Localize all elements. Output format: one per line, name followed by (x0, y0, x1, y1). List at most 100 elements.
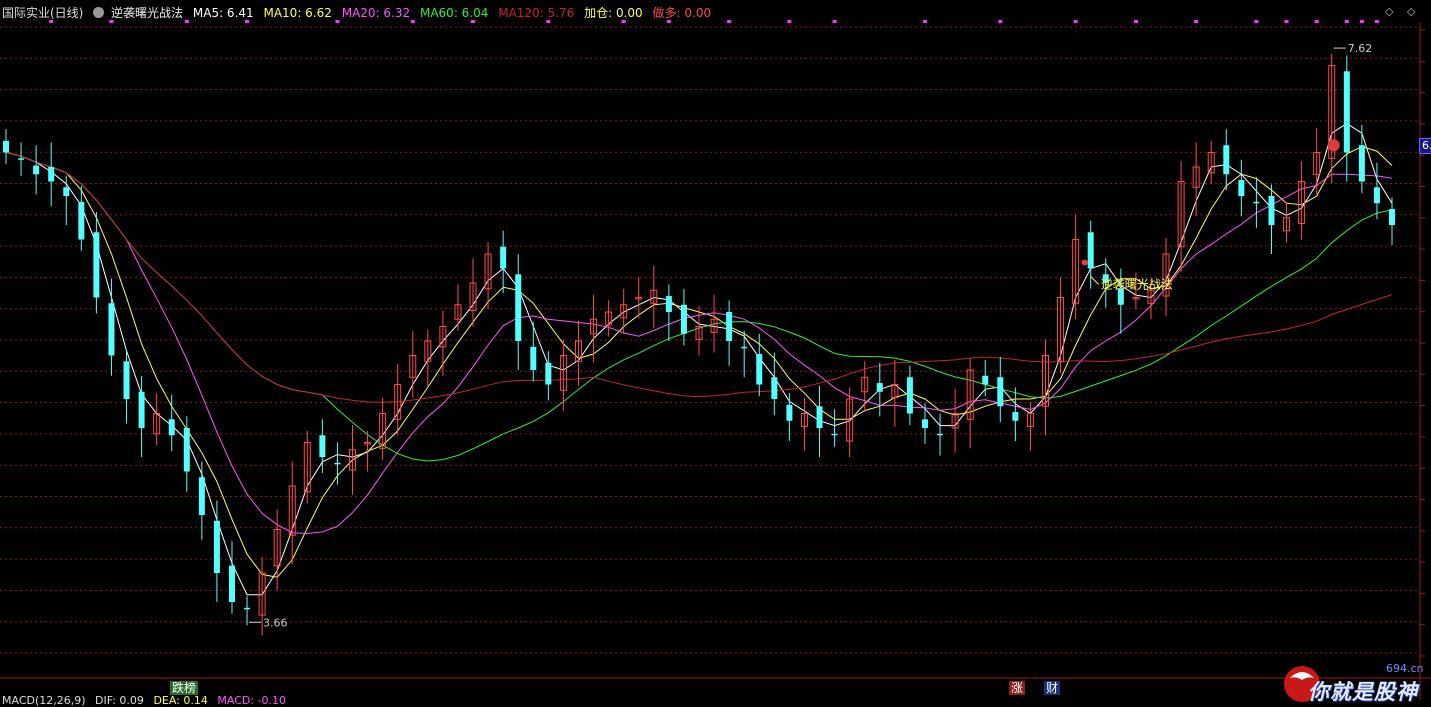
candle-body-down (183, 428, 190, 472)
candle-body-down (906, 377, 913, 414)
event-tag-finance[interactable]: 财 (1044, 681, 1061, 695)
candle-body-down (771, 377, 778, 399)
go-long-value: 做多: 0.00 (652, 6, 712, 20)
signal-marker (1194, 20, 1199, 23)
candle-body-down (168, 419, 175, 436)
settings-circle-icon[interactable] (93, 7, 105, 18)
ma60-value: MA60: 6.04 (419, 6, 489, 20)
signal-marker (998, 20, 1003, 23)
candle-body-down (545, 362, 552, 385)
candle-body-down (1343, 71, 1350, 153)
signal-marker (546, 20, 551, 23)
dif-value: DIF: 0.09 (95, 694, 144, 707)
candle-body-down (319, 435, 326, 457)
signal-label: 逆袭曙光战法 (1101, 277, 1173, 292)
watermark-brand: 你就是股神 (1308, 680, 1418, 704)
candle-body-down (1012, 412, 1019, 421)
badge-icon (1327, 139, 1340, 152)
macd-value: MACD: -0.10 (217, 694, 287, 707)
signal-marker (1374, 20, 1379, 23)
candle-body-down (108, 303, 115, 356)
signal-marker (245, 20, 250, 23)
signal-marker (1344, 20, 1349, 23)
candle-body-down (665, 296, 672, 312)
signal-marker (335, 20, 340, 23)
high-price-label: 7.62 (1348, 42, 1373, 55)
watermark-site: 694.cn (1386, 662, 1424, 675)
candle-body-down (515, 274, 522, 341)
candle-body-down (48, 167, 55, 182)
signal-marker (1284, 20, 1289, 23)
ma10-value: MA10: 6.62 (263, 6, 332, 20)
candle-body-down (831, 433, 838, 436)
stock-title: 国际实业(日线) (2, 6, 84, 20)
candle-body-down (244, 607, 251, 610)
candle-body-down (997, 377, 1004, 407)
signal-marker (1254, 20, 1259, 23)
dea-value: DEA: 0.14 (153, 694, 208, 707)
candle-body-down (741, 346, 748, 349)
candle-body-down (63, 187, 70, 196)
ma5-value: MA5: 6.41 (192, 6, 254, 20)
candle-body-down (123, 361, 130, 399)
watermark-logo: 你就是股神 694.cn (1282, 662, 1428, 704)
candle-body-down (78, 201, 85, 240)
signal-dot (1081, 259, 1088, 266)
price-axis-tag: 6.8 (1419, 138, 1431, 154)
signal-marker (109, 20, 114, 23)
candle-body-down (921, 419, 928, 428)
strategy-name: 逆袭曙光战法 (111, 6, 184, 20)
signal-marker (666, 20, 671, 23)
signal-marker (1314, 20, 1319, 23)
signal-marker (787, 20, 792, 23)
diamond-icon[interactable]: ◇ (1407, 5, 1415, 18)
candle-body-down (1253, 201, 1260, 204)
add-position-value: 加仓: 0.00 (584, 6, 643, 20)
low-price-label: 3.66 (263, 616, 288, 629)
signal-pointer (1090, 276, 1100, 285)
candlestick-chart[interactable]: 7.62 3.66 逆袭曙光战法 (0, 0, 1431, 706)
candle-body-down (500, 246, 507, 269)
signal-marker (1073, 20, 1078, 23)
signal-marker (621, 20, 626, 23)
candle-body-down (138, 391, 145, 428)
signal-marker (1359, 20, 1364, 23)
signal-marker (471, 20, 476, 23)
candle-body-down (93, 232, 100, 298)
candle-body-down (756, 354, 763, 385)
candle-body-down (786, 404, 793, 421)
candle-body-down (1268, 196, 1275, 225)
candle-body-down (982, 375, 989, 385)
candle-body-down (1223, 145, 1230, 175)
signal-marker (727, 20, 732, 23)
candle-body-down (726, 312, 733, 341)
candle-body-down (876, 383, 883, 392)
candle-body-down (3, 140, 9, 153)
candle-body-down (213, 520, 220, 573)
signal-marker (184, 20, 189, 23)
ma120-value: MA120: 5.76 (498, 6, 575, 20)
macd-label: MACD(12,26,9) (2, 694, 86, 707)
candle-body-down (33, 165, 40, 175)
candle-body-down (228, 565, 235, 602)
chart-header: 国际实业(日线) 逆袭曙光战法 MA5: 6.41 MA10: 6.62 MA2… (2, 4, 717, 20)
candle-body-down (1358, 145, 1365, 182)
candle-body-down (1238, 180, 1245, 196)
candle-body-down (334, 462, 341, 465)
signal-marker (922, 20, 927, 23)
candle-body-down (1373, 187, 1380, 204)
ma20-value: MA20: 6.32 (341, 6, 411, 20)
event-tag-limit-up[interactable]: 涨 (1009, 681, 1026, 695)
candle-body-down (1087, 232, 1094, 269)
signal-marker (832, 20, 837, 23)
candle-body-down (680, 304, 687, 334)
signal-marker (410, 20, 415, 23)
macd-footer: MACD(12,26,9) DIF: 0.09 DEA: 0.14 MACD: … (2, 694, 292, 707)
candle-body-down (18, 158, 25, 160)
candle-body-down (937, 433, 944, 436)
candle-body-down (1389, 209, 1395, 225)
signal-marker (1133, 20, 1138, 23)
diamond-icon[interactable]: ◇ (1385, 5, 1393, 18)
candle-body-down (198, 477, 205, 515)
event-tag-limit-down[interactable]: 跌榜 (170, 681, 199, 695)
